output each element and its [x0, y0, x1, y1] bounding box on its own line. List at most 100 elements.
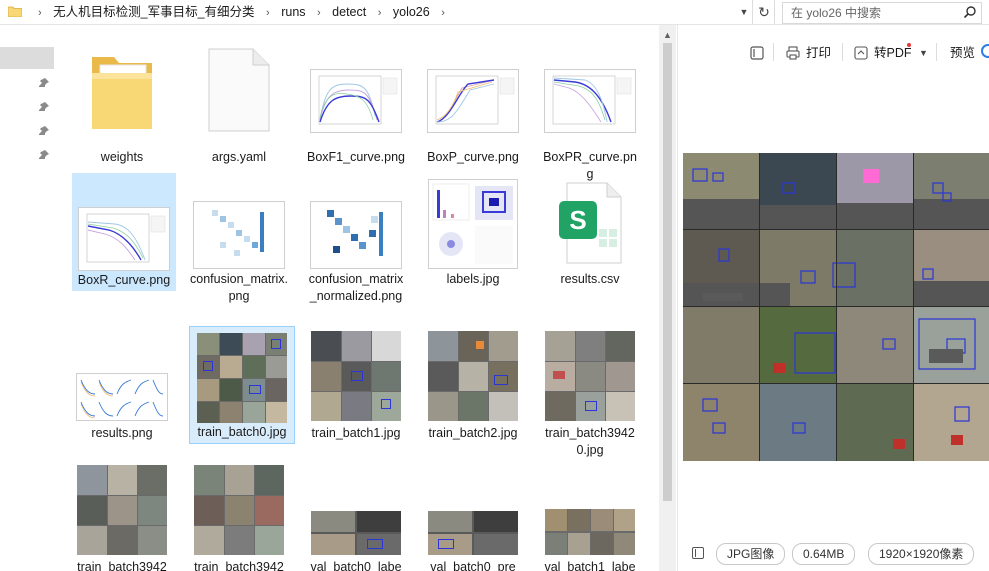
preview-pane: 打印 转PDF ▼ 预览 JPG图像 0.64MB 1920×1920像素 — [677, 25, 989, 571]
file-item-confusion-matrix-normalized[interactable]: confusion_matrix_normalized.png — [304, 173, 408, 333]
file-item-train-batch0[interactable]: train_batch0.jpg — [189, 326, 295, 444]
preview-image — [683, 153, 989, 461]
dimensions-badge: 1920×1920像素 — [868, 543, 975, 565]
breadcrumb-item[interactable]: yolo26 — [393, 0, 430, 24]
toolbar-divider — [773, 43, 774, 61]
spreadsheet-icon: S — [559, 182, 622, 264]
labels-thumbnail — [428, 179, 518, 269]
toolbar-divider — [842, 43, 843, 61]
toolbar-divider — [936, 43, 937, 61]
chevron-right-icon[interactable]: › — [378, 1, 382, 25]
file-item-train-batch1[interactable]: train_batch1.jpg — [304, 325, 408, 455]
breadcrumb-item[interactable]: detect — [332, 0, 366, 24]
file-name: results.png — [91, 426, 153, 440]
address-toolbar: › 无人机目标检测_军事目标_有细分类 › runs › detect › yo… — [0, 0, 989, 25]
file-item-train-batch39420[interactable]: train_batch39420.jpg — [538, 325, 642, 465]
val-thumbnail — [428, 511, 518, 555]
file-item-boxpr[interactable]: BoxPR_curve.png — [538, 39, 642, 181]
file-name: train_batch1.jpg — [311, 426, 401, 440]
file-name: BoxP_curve.png — [427, 150, 519, 164]
document-icon — [208, 48, 270, 132]
file-item-results-csv[interactable]: S results.csv — [538, 173, 642, 313]
mosaic-thumbnail — [545, 331, 635, 421]
mosaic-thumbnail — [311, 331, 401, 421]
file-item-args[interactable]: args.yaml — [187, 39, 291, 179]
panel-icon[interactable] — [750, 46, 764, 60]
chevron-right-icon: › — [38, 7, 42, 19]
file-name: weights — [100, 150, 144, 164]
val-thumbnail — [545, 509, 635, 555]
preview-indicator-icon[interactable] — [981, 44, 989, 58]
file-name: labels.jpg — [446, 272, 500, 286]
file-item-val-batch1-labels[interactable]: val_batch1_labe — [538, 459, 642, 571]
file-item-train-batch39422[interactable]: train_batch3942 — [187, 459, 291, 571]
file-name: train_batch3942 — [194, 560, 284, 571]
mosaic-thumbnail — [197, 333, 287, 423]
file-item-boxf1[interactable]: BoxF1_curve.png — [304, 39, 408, 179]
pin-icon[interactable] — [38, 101, 50, 113]
file-name: train_batch0.jpg — [197, 425, 287, 439]
val-thumbnail — [311, 511, 401, 555]
preview-button[interactable]: 预览 — [950, 45, 975, 61]
search-icon[interactable] — [963, 5, 977, 19]
vertical-scrollbar[interactable]: ▲ — [659, 25, 676, 571]
file-item-train-batch39421[interactable]: train_batch3942 — [70, 459, 174, 571]
chevron-down-icon[interactable]: ▼ — [736, 0, 752, 24]
chevron-right-icon[interactable]: › — [266, 1, 270, 25]
file-item-boxr[interactable]: BoxR_curve.png — [72, 173, 176, 291]
file-name: val_batch0_pre — [430, 560, 516, 571]
file-item-confusion-matrix[interactable]: confusion_matrix.png — [187, 173, 291, 313]
panel-icon[interactable] — [692, 547, 704, 559]
mosaic-thumbnail — [194, 465, 284, 555]
refresh-icon[interactable]: ↻ — [754, 0, 775, 24]
file-type-badge: JPG图像 — [716, 543, 786, 565]
file-size-badge: 0.64MB — [792, 543, 856, 565]
notification-dot — [907, 43, 911, 47]
file-name: train_batch39420.jpg — [545, 426, 635, 457]
scrollbar-thumb[interactable] — [663, 43, 672, 501]
breadcrumb-item[interactable]: runs — [281, 0, 305, 24]
address-bar[interactable]: › 无人机目标检测_军事目标_有细分类 › runs › detect › yo… — [0, 0, 753, 24]
navigation-pane — [0, 25, 56, 571]
pin-icon[interactable] — [38, 149, 50, 161]
file-name: train_batch2.jpg — [428, 426, 518, 440]
nav-item-selected[interactable] — [0, 47, 54, 69]
folder-icon — [8, 6, 22, 17]
curve-thumbnail — [544, 69, 636, 133]
file-item-val-batch0-pred[interactable]: val_batch0_pre — [421, 459, 525, 571]
svg-text:S: S — [569, 205, 586, 235]
file-item-results-png[interactable]: results.png — [70, 325, 174, 455]
scroll-up-icon[interactable]: ▲ — [659, 29, 676, 41]
search-input[interactable]: 在 yolo26 中搜索 — [782, 2, 982, 24]
file-name: BoxR_curve.png — [77, 273, 171, 287]
curve-thumbnail — [310, 69, 402, 133]
printer-icon[interactable] — [786, 46, 800, 60]
pin-icon[interactable] — [38, 77, 50, 89]
pin-icon[interactable] — [38, 125, 50, 137]
preview-toolbar: 打印 转PDF ▼ 预览 — [678, 25, 989, 77]
folder-icon — [92, 57, 152, 129]
training-mosaic-image — [683, 153, 989, 461]
convert-pdf-icon[interactable] — [854, 46, 868, 60]
file-item-boxp[interactable]: BoxP_curve.png — [421, 39, 525, 179]
file-item-labels[interactable]: labels.jpg — [421, 173, 525, 313]
chevron-right-icon[interactable]: › — [317, 1, 321, 25]
file-name: args.yaml — [211, 150, 267, 164]
to-pdf-button[interactable]: 转PDF — [874, 45, 912, 61]
file-item-train-batch2[interactable]: train_batch2.jpg — [421, 325, 525, 455]
breadcrumb-item[interactable]: 无人机目标检测_军事目标_有细分类 — [53, 0, 254, 24]
file-item-val-batch0-labels[interactable]: val_batch0_labe — [304, 459, 408, 571]
file-name: BoxF1_curve.png — [307, 150, 405, 164]
file-item-weights[interactable]: weights — [70, 39, 174, 179]
matrix-thumbnail — [310, 201, 402, 269]
chevron-down-icon[interactable]: ▼ — [919, 45, 928, 61]
curve-thumbnail — [427, 69, 519, 133]
file-name: val_batch1_labe — [544, 560, 636, 571]
curve-thumbnail — [78, 207, 170, 271]
chevron-right-icon[interactable]: › — [441, 1, 445, 25]
print-button[interactable]: 打印 — [806, 45, 831, 61]
results-thumbnail — [76, 373, 168, 421]
file-name: confusion_matrix.png — [190, 272, 288, 303]
search-placeholder: 在 yolo26 中搜索 — [791, 6, 882, 20]
preview-details: JPG图像 0.64MB 1920×1920像素 — [678, 543, 989, 565]
